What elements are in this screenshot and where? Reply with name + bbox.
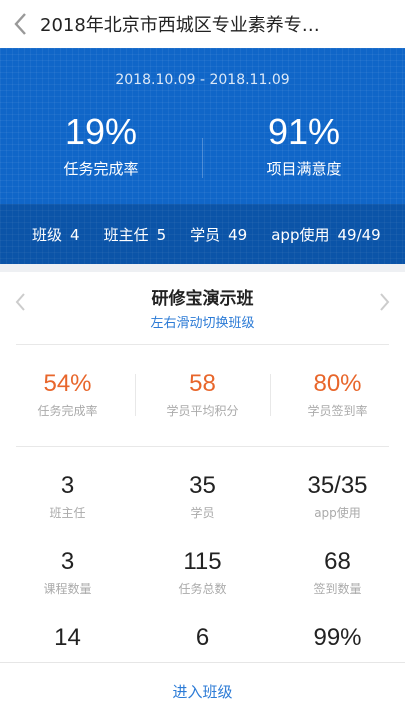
swipe-hint: 左右滑动切换班级 <box>150 316 255 331</box>
metric-students: 35 学员 <box>135 472 270 521</box>
summary-panel: 2018.10.09 - 2018.11.09 19% 任务完成率 91% 项目… <box>0 48 405 204</box>
stats-bar: 班级 4 班主任 5 学员 49 app使用 49/49 <box>0 204 405 264</box>
stat-label: 班主任 <box>103 225 149 244</box>
rate-check-in: 80% 学员签到率 <box>270 370 405 419</box>
stat-label: app使用 <box>271 225 330 244</box>
metric-label: 学员 <box>190 506 215 520</box>
back-button[interactable] <box>0 0 40 48</box>
rate-label: 任务完成率 <box>37 404 98 418</box>
rate-value: 54% <box>43 370 92 397</box>
metric-label: app使用 <box>314 506 361 520</box>
class-card[interactable]: 研修宝演示班 左右滑动切换班级 54% 任务完成率 58 学员平均积分 80% … <box>0 264 405 662</box>
metric-item: 14 <box>0 624 135 656</box>
divider <box>16 446 389 447</box>
satisfaction-kpi: 91% 项目满意度 <box>203 112 405 179</box>
stat-label: 学员 <box>190 225 221 244</box>
metric-check-in-count: 68 签到数量 <box>270 548 405 597</box>
chevron-left-icon <box>14 13 26 35</box>
stat-value: 4 <box>70 225 80 244</box>
satisfaction-value: 91% <box>267 111 341 152</box>
metric-item: 6 <box>135 624 270 656</box>
stat-value: 49 <box>228 225 248 244</box>
divider <box>16 344 389 345</box>
metric-value: 14 <box>54 624 81 651</box>
rate-label: 学员平均积分 <box>166 404 239 418</box>
metric-item: 99% <box>270 624 405 656</box>
metric-value: 3 <box>60 472 75 499</box>
top-bar: 2018年北京市西城区专业素养专… <box>0 0 405 48</box>
stat-app-usage: app使用 49/49 <box>271 224 380 245</box>
metric-label: 任务总数 <box>178 582 227 596</box>
task-completion-value: 19% <box>64 111 138 152</box>
rate-task-completion: 54% 任务完成率 <box>0 370 135 419</box>
metric-head-teachers: 3 班主任 <box>0 472 135 521</box>
metric-app-usage: 35/35 app使用 <box>270 472 405 521</box>
page-title: 2018年北京市西城区专业素养专… <box>40 15 320 36</box>
metric-value: 35 <box>189 472 216 499</box>
metric-value: 99% <box>313 624 362 651</box>
chevron-right-icon <box>380 293 390 311</box>
metric-value: 6 <box>195 624 210 651</box>
metric-label: 课程数量 <box>43 582 92 596</box>
metric-course-count: 3 课程数量 <box>0 548 135 597</box>
stat-label: 班级 <box>32 225 63 244</box>
rate-value: 80% <box>313 370 362 397</box>
stat-value: 49/49 <box>337 225 381 244</box>
task-completion-kpi: 19% 任务完成率 <box>0 112 202 179</box>
metric-label: 班主任 <box>49 506 86 520</box>
satisfaction-label: 项目满意度 <box>266 160 342 178</box>
rate-label: 学员签到率 <box>307 404 368 418</box>
metric-label: 签到数量 <box>313 582 362 596</box>
metric-value: 68 <box>324 548 351 575</box>
enter-class-button[interactable]: 进入班级 <box>0 662 405 720</box>
task-completion-label: 任务完成率 <box>63 160 139 178</box>
metric-value: 35/35 <box>307 472 368 499</box>
metric-value: 3 <box>60 548 75 575</box>
metric-task-total: 115 任务总数 <box>135 548 270 597</box>
class-name: 研修宝演示班 <box>151 289 254 309</box>
rate-value: 58 <box>189 370 216 397</box>
stat-value: 5 <box>156 225 167 244</box>
date-range: 2018.10.09 - 2018.11.09 <box>115 72 290 88</box>
stat-students: 学员 49 <box>190 224 247 245</box>
metric-value: 115 <box>183 548 222 575</box>
next-class-button[interactable] <box>379 292 391 316</box>
stat-classes: 班级 4 <box>32 224 80 245</box>
rate-average-points: 58 学员平均积分 <box>135 370 270 419</box>
stat-head-teachers: 班主任 5 <box>104 224 167 245</box>
